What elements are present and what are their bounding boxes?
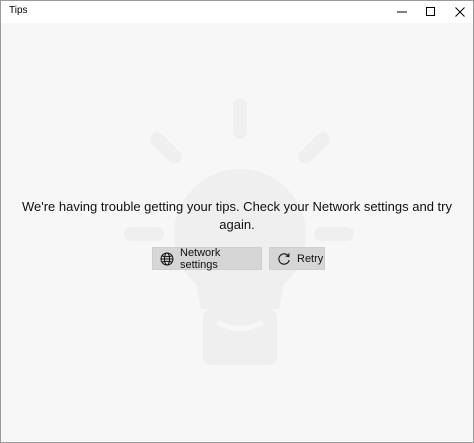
tips-window: Tips We're having trouble getting your t… [0,0,474,443]
window-title: Tips [9,5,28,16]
network-settings-button[interactable]: Network settings [152,246,262,271]
maximize-button[interactable] [418,1,444,23]
retry-label: Retry [297,252,324,265]
maximize-icon [426,7,435,16]
close-button[interactable] [447,1,473,23]
title-bar[interactable]: Tips [1,1,473,23]
refresh-icon [277,252,291,266]
network-settings-label: Network settings [180,246,221,271]
globe-icon [160,252,174,266]
retry-button[interactable]: Retry [269,247,325,270]
minimize-icon [397,11,407,13]
tips-content: We're having trouble getting your tips. … [1,23,473,442]
lightbulb-icon [124,99,354,365]
minimize-button[interactable] [389,1,415,23]
close-icon [455,7,465,17]
error-message: We're having trouble getting your tips. … [21,199,452,232]
